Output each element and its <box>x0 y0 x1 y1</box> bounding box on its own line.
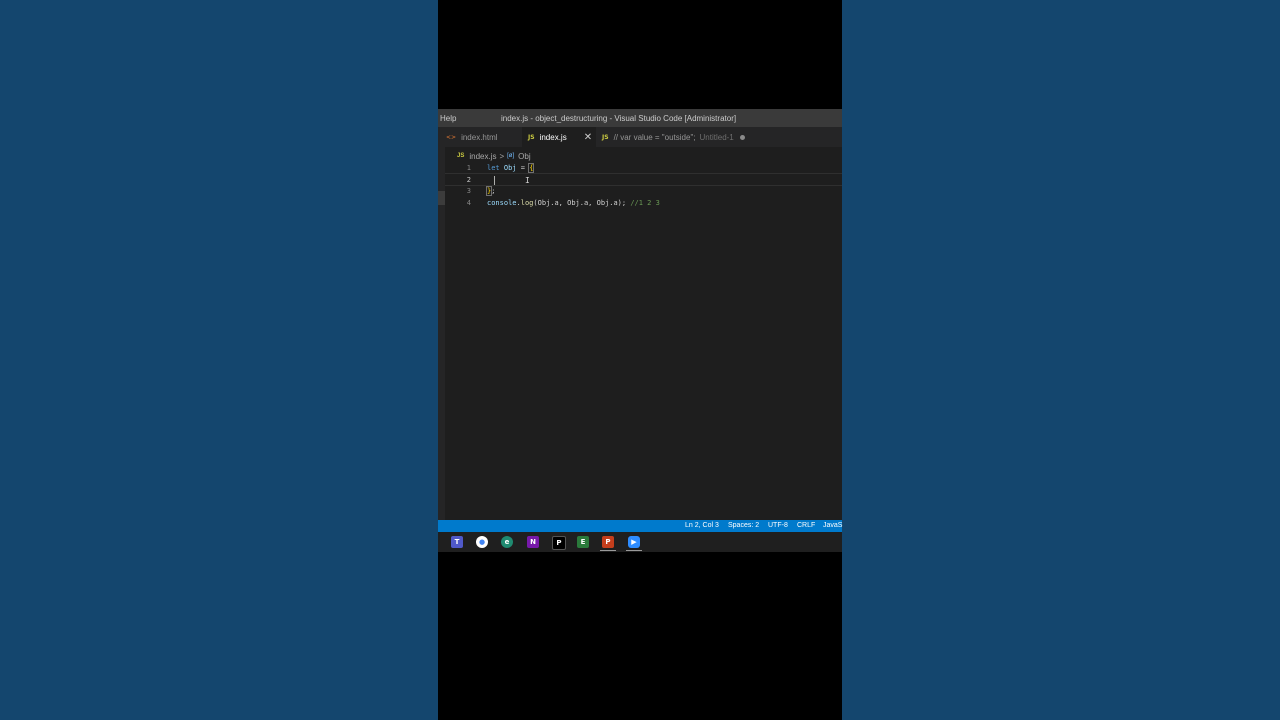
menu-help[interactable]: Help <box>440 114 456 123</box>
chevron-right-icon: > <box>499 151 505 161</box>
function-log: log <box>520 199 534 207</box>
tab-sublabel: Untitled-1 <box>699 132 734 142</box>
line-number: 1 <box>466 164 471 172</box>
vscode-window: Help index.js - object_destructuring - V… <box>438 109 842 552</box>
tab-untitled-1[interactable]: JS // var value = "outside"; Untitled-1 <box>596 127 752 147</box>
taskbar: T ● e N P E P ▶ <box>438 532 842 552</box>
line-number: 2 <box>466 176 471 184</box>
breadcrumb-symbol[interactable]: Obj <box>518 152 530 161</box>
powerpoint-icon[interactable]: P <box>602 536 614 548</box>
status-indentation[interactable]: Spaces: 2 <box>728 522 759 529</box>
teams-icon[interactable]: T <box>451 536 463 548</box>
activity-bar <box>438 147 445 520</box>
tab-label: // var value = "outside"; <box>613 132 696 142</box>
status-language[interactable]: JavaS <box>823 522 842 529</box>
code-comment: //1 2 3 <box>630 199 660 207</box>
code-text: }; <box>485 186 496 196</box>
line-number: 4 <box>466 199 471 207</box>
variable-icon: [ø] <box>507 153 515 159</box>
text-cursor <box>494 176 495 185</box>
line-number: 3 <box>466 187 471 195</box>
operator-equals: = <box>516 164 530 172</box>
onenote-icon[interactable]: N <box>527 536 539 548</box>
code-text: let Obj = { <box>487 163 535 173</box>
close-icon[interactable]: ✕ <box>584 132 592 143</box>
tab-bar: <> index.html JS index.js ✕ JS // var va… <box>438 127 842 147</box>
code-text: console.log(Obj.a, Obj.a, Obj.a); //1 2 … <box>487 199 660 207</box>
code-line: 3 }; <box>445 185 842 196</box>
call-arguments: (Obj.a, Obj.a, Obj.a); <box>533 199 631 207</box>
open-brace: { <box>528 163 535 173</box>
zoom-icon[interactable]: ▶ <box>628 536 640 548</box>
pycharm-icon[interactable]: P <box>552 536 566 550</box>
html-file-icon: <> <box>446 133 457 141</box>
status-cursor-position[interactable]: Ln 2, Col 3 <box>685 522 719 529</box>
code-editor[interactable]: 1 let Obj = { 2 I 3 }; 4 console.log(Obj… <box>445 162 842 520</box>
window-title: index.js - object_destructuring - Visual… <box>501 114 737 123</box>
edge-icon[interactable]: e <box>501 536 513 548</box>
video-frame: Help index.js - object_destructuring - V… <box>438 0 842 720</box>
unsaved-dot-icon[interactable] <box>739 134 745 140</box>
js-file-icon: JS <box>528 133 535 141</box>
keyword-let: let <box>487 164 500 172</box>
status-eol[interactable]: CRLF <box>797 522 815 529</box>
tab-label: index.js <box>539 132 567 142</box>
tab-index-js[interactable]: JS index.js ✕ <box>522 127 596 147</box>
status-bar: Ln 2, Col 3 Spaces: 2 UTF-8 CRLF JavaS <box>438 520 842 532</box>
title-bar: Help index.js - object_destructuring - V… <box>438 109 842 127</box>
code-line: 4 console.log(Obj.a, Obj.a, Obj.a); //1 … <box>445 197 842 208</box>
js-file-icon: JS <box>457 153 465 159</box>
running-indicator <box>600 550 616 551</box>
js-file-icon: JS <box>602 133 609 141</box>
status-encoding[interactable]: UTF-8 <box>768 522 788 529</box>
breadcrumb-file[interactable]: index.js <box>469 152 496 161</box>
explorer-icon[interactable]: E <box>577 536 589 548</box>
identifier-obj: Obj <box>503 164 517 172</box>
tab-index-html[interactable]: <> index.html <box>446 127 526 147</box>
running-indicator <box>626 550 642 551</box>
code-text <box>487 176 495 185</box>
breadcrumb: JS index.js > [ø] Obj <box>457 150 531 162</box>
activity-indicator <box>438 191 445 205</box>
tab-label: index.html <box>461 132 498 142</box>
ibeam-cursor-icon: I <box>525 176 530 185</box>
semicolon: ; <box>491 187 496 195</box>
code-line: 1 let Obj = { <box>445 162 842 173</box>
chrome-icon[interactable]: ● <box>476 536 488 548</box>
identifier-console: console <box>487 199 517 207</box>
